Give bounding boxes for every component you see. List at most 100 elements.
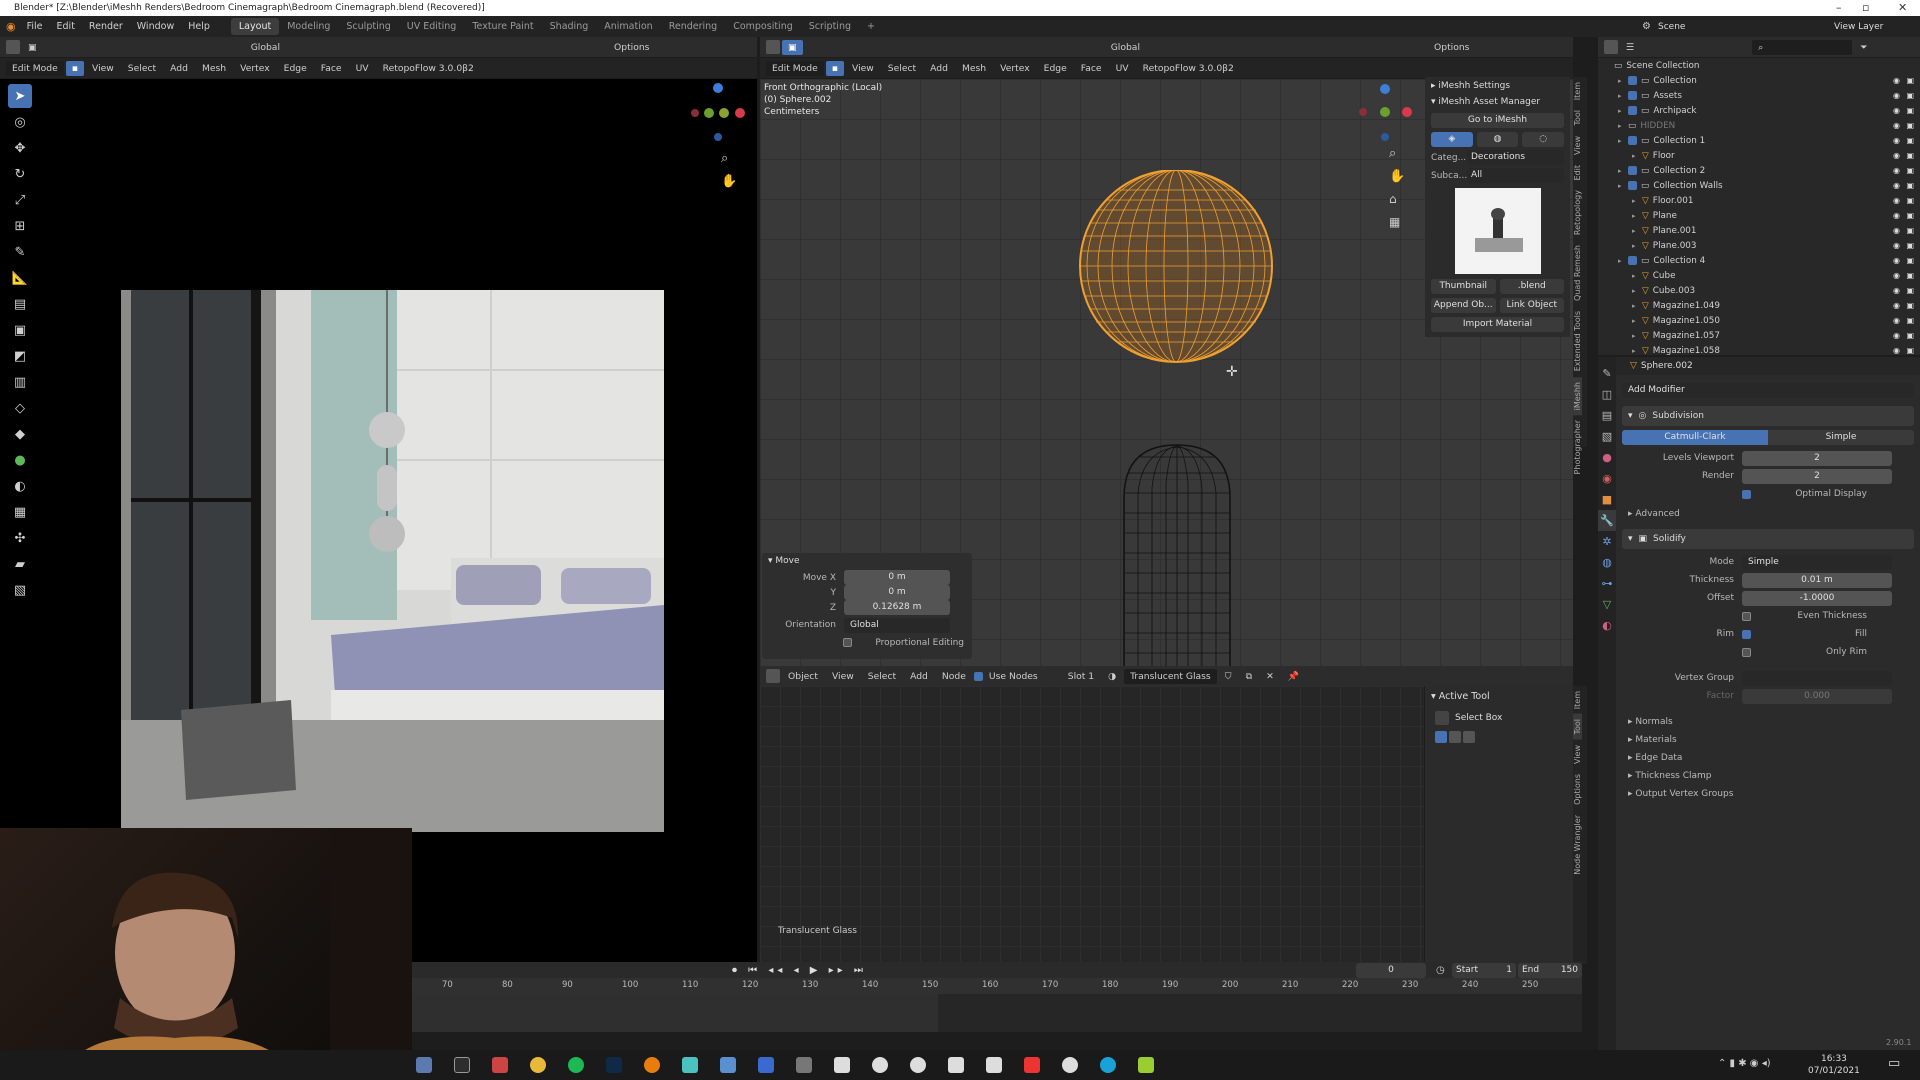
visibility-eye-icon[interactable]: ◉	[1893, 136, 1900, 145]
expand-arrow-icon[interactable]: ▸	[1618, 77, 1628, 85]
main-menu-face[interactable]: Face	[1075, 61, 1108, 76]
render-camera-icon[interactable]: ▣	[1906, 331, 1914, 340]
vertex-select-icon[interactable]: ▪	[65, 60, 84, 76]
visibility-eye-icon[interactable]: ◉	[1893, 181, 1900, 190]
menu-window[interactable]: Window	[130, 21, 181, 32]
main-options[interactable]: Options	[1428, 40, 1475, 55]
render-camera-icon[interactable]: ▣	[1906, 76, 1914, 85]
main-menu-mesh[interactable]: Mesh	[956, 61, 992, 76]
capsule-wireframe[interactable]	[1120, 443, 1235, 666]
tab-scripting[interactable]: Scripting	[801, 18, 859, 35]
node-editor-canvas[interactable]	[760, 686, 1424, 964]
expand-arrow-icon[interactable]: ▸	[1632, 287, 1642, 295]
inset-tool-icon[interactable]: ▣	[8, 318, 32, 342]
node-object-select[interactable]: Object	[782, 669, 824, 684]
visibility-eye-icon[interactable]: ◉	[1893, 226, 1900, 235]
render-camera-icon[interactable]: ▣	[1906, 136, 1914, 145]
tab-modeling[interactable]: Modeling	[279, 18, 338, 35]
outliner-row[interactable]: ▸ ▽ Magazine1.050 ◉ ▣	[1598, 313, 1920, 328]
display-mode-icon[interactable]: ☰	[1620, 40, 1640, 55]
outliner-row[interactable]: ▸ ▭ Collection 1 ◉ ▣	[1598, 133, 1920, 148]
visibility-eye-icon[interactable]: ◉	[1893, 271, 1900, 280]
side-tab-quad-remesh[interactable]: Quad Remesh	[1573, 240, 1582, 306]
render-camera-icon[interactable]: ▣	[1906, 256, 1914, 265]
add-modifier-dropdown[interactable]: Add Modifier	[1622, 383, 1914, 398]
use-nodes-checkbox[interactable]	[973, 671, 983, 681]
visibility-eye-icon[interactable]: ◉	[1893, 151, 1900, 160]
timeline-track[interactable]	[412, 994, 1582, 1032]
imeshh-settings-header[interactable]: ▸ iMeshh Settings	[1425, 77, 1570, 95]
materials-section[interactable]: ▸ Materials	[1628, 731, 1908, 749]
active-tool-header[interactable]: ▾ Active Tool	[1425, 686, 1573, 707]
app-icon-8[interactable]	[910, 1057, 926, 1073]
orientation-dropdown[interactable]: Global	[844, 617, 950, 633]
move-z-field[interactable]: 0.12628 m	[844, 600, 950, 615]
models-tab-icon[interactable]: ◈	[1431, 132, 1473, 147]
select-new-icon[interactable]	[1435, 731, 1447, 743]
playback-controls[interactable]: ⏺ ⏮ ◂◂ ◂ ▶ ▸▸ ⏭	[732, 965, 867, 976]
main-menu-select[interactable]: Select	[882, 61, 922, 76]
outliner-type-icon[interactable]	[1604, 40, 1618, 54]
output-tab-icon[interactable]: ▤	[1598, 405, 1616, 426]
expand-arrow-icon[interactable]: ▸	[1618, 137, 1628, 145]
node-menu-select[interactable]: Select	[862, 669, 902, 684]
proportional-checkbox[interactable]	[843, 638, 852, 647]
visibility-eye-icon[interactable]: ◉	[1893, 256, 1900, 265]
minimize-icon[interactable]: –	[1836, 0, 1842, 16]
expand-arrow-icon[interactable]: ▸	[1618, 92, 1628, 100]
blend-button[interactable]: .blend	[1499, 279, 1564, 294]
render-camera-icon[interactable]: ▣	[1906, 271, 1914, 280]
node-editor-type-icon[interactable]	[766, 669, 780, 683]
offset-field[interactable]: -1.0000	[1742, 590, 1892, 606]
collection-checkbox[interactable]	[1628, 91, 1637, 100]
annotate-tool-icon[interactable]: ✎	[8, 240, 32, 264]
rip-tool-icon[interactable]: ▧	[8, 578, 32, 602]
acrobat-icon[interactable]	[1024, 1057, 1040, 1073]
main-vertex-select-icon[interactable]: ▪	[825, 60, 844, 76]
visibility-eye-icon[interactable]: ◉	[1893, 166, 1900, 175]
data-tab-icon[interactable]: ▽	[1598, 594, 1616, 615]
expand-arrow-icon[interactable]: ▸	[1632, 347, 1642, 355]
visibility-eye-icon[interactable]: ◉	[1893, 241, 1900, 250]
view-layer-name[interactable]: View Layer	[1834, 22, 1883, 32]
outliner-row[interactable]: ▸ ▽ Magazine1.049 ◉ ▣	[1598, 298, 1920, 313]
hdri-tab-icon[interactable]: ◌	[1522, 132, 1565, 147]
outliner-row[interactable]: ▸ ▽ Cube ◉ ▣	[1598, 268, 1920, 283]
render-camera-icon[interactable]: ▣	[1906, 91, 1914, 100]
collection-checkbox[interactable]	[1628, 76, 1637, 85]
move-panel-title[interactable]: ▾ Move	[762, 553, 972, 570]
tab-compositing[interactable]: Compositing	[725, 18, 801, 35]
new-material-icon[interactable]: ⧉	[1240, 669, 1259, 684]
material-sphere-icon[interactable]: ◑	[1102, 669, 1122, 684]
outliner-row[interactable]: ▸ ▭ Assets ◉ ▣	[1598, 88, 1920, 103]
left-menu-face[interactable]: Face	[315, 61, 348, 76]
left-menu-select[interactable]: Select	[122, 61, 162, 76]
solidify-mode-dropdown[interactable]: Simple	[1742, 554, 1892, 570]
app-icon-10[interactable]	[986, 1057, 1002, 1073]
select-extend-icon[interactable]	[1449, 731, 1461, 743]
move-x-field[interactable]: 0 m	[844, 570, 950, 585]
main-editor-type-icon[interactable]	[766, 40, 780, 54]
outliner-row[interactable]: ▸ ▽ Floor ◉ ▣	[1598, 148, 1920, 163]
expand-arrow-icon[interactable]: ▸	[1618, 122, 1628, 130]
app-icon-9[interactable]	[948, 1057, 964, 1073]
loop-cut-tool-icon[interactable]: ▥	[8, 370, 32, 394]
app-icon-12[interactable]	[1138, 1057, 1154, 1073]
visibility-eye-icon[interactable]: ◉	[1893, 331, 1900, 340]
collection-checkbox[interactable]	[1628, 256, 1637, 265]
imeshh-asset-manager-header[interactable]: ▾ iMeshh Asset Manager	[1425, 95, 1570, 109]
left-orientation[interactable]: Global	[245, 40, 286, 55]
render-levels-field[interactable]: 2	[1742, 468, 1892, 484]
app-icon-1[interactable]	[492, 1057, 508, 1073]
outliner-row[interactable]: ▸ ▽ Magazine1.057 ◉ ▣	[1598, 328, 1920, 343]
end-frame-field[interactable]: End 150	[1518, 962, 1582, 978]
scale-tool-icon[interactable]: ⤢	[8, 188, 32, 212]
cursor-tool-icon[interactable]: ◎	[8, 110, 32, 134]
menu-help[interactable]: Help	[181, 21, 217, 32]
link-object-button[interactable]: Link Object	[1499, 298, 1564, 313]
only-rim-checkbox[interactable]	[1742, 647, 1751, 657]
menu-edit[interactable]: Edit	[50, 21, 82, 32]
tool-tab-icon[interactable]: ✎	[1598, 363, 1616, 384]
task-view-icon[interactable]	[416, 1057, 432, 1073]
thickness-clamp-section[interactable]: ▸ Thickness Clamp	[1628, 767, 1908, 785]
